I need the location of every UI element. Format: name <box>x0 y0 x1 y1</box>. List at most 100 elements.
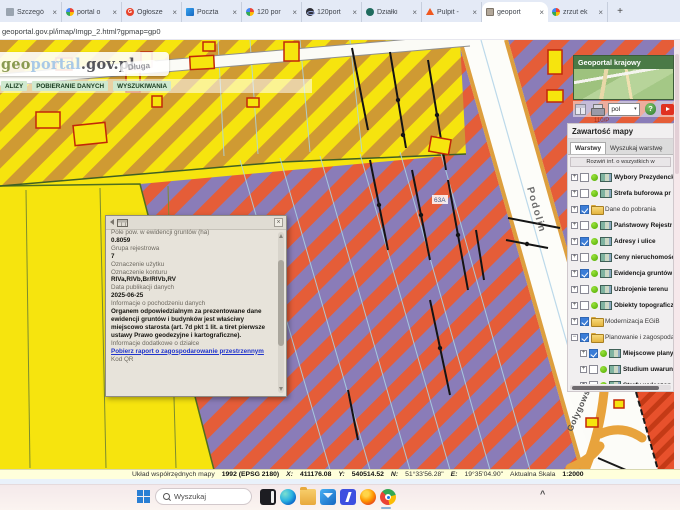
tab-close-icon[interactable]: × <box>232 8 237 17</box>
tab-close-icon[interactable]: × <box>598 8 603 17</box>
tab-close-icon[interactable]: × <box>352 8 357 17</box>
expand-icon[interactable]: + <box>571 190 578 197</box>
tray-chevron-icon[interactable]: ^ <box>540 489 545 499</box>
expand-icon[interactable]: + <box>571 270 578 277</box>
edge-browser-icon[interactable] <box>280 489 296 505</box>
layer-checkbox[interactable] <box>580 301 589 310</box>
back-arrow-icon[interactable] <box>110 219 114 225</box>
layer-checkbox[interactable] <box>589 349 598 358</box>
layer-row[interactable]: +Adresy i ulice <box>568 233 673 249</box>
browser-tab[interactable]: Działki× <box>362 2 422 22</box>
layer-row[interactable]: +Studium uwarun <box>568 361 673 377</box>
layer-row[interactable]: − Planowanie i zagospodar <box>568 329 673 345</box>
movavi-app-icon[interactable] <box>340 489 356 505</box>
layer-checkbox[interactable] <box>580 333 589 342</box>
table-icon[interactable] <box>117 219 128 227</box>
browser-scroll-thumb[interactable] <box>675 54 679 174</box>
expand-icon[interactable]: + <box>571 286 578 293</box>
tab-close-icon[interactable]: × <box>112 8 117 17</box>
menu-item-wyszukiwania[interactable]: WYSZUKIWANIA <box>113 81 171 91</box>
layer-checkbox[interactable] <box>580 253 589 262</box>
collapse-icon[interactable]: − <box>571 334 578 341</box>
expand-icon[interactable]: + <box>580 382 587 385</box>
layer-checkbox[interactable] <box>580 205 589 214</box>
help-button[interactable]: ? <box>645 103 657 115</box>
browser-url-bar[interactable]: geoportal.gov.pl/imap/Imgp_2.html?gpmap=… <box>0 22 680 40</box>
layer-row[interactable]: +Strefa buforowa pr <box>568 185 673 201</box>
layer-checkbox[interactable] <box>580 237 589 246</box>
expand-icon[interactable]: + <box>571 174 578 181</box>
layer-row[interactable]: +Dane do pobrania <box>568 201 673 217</box>
browser-tab[interactable]: Poczta× <box>182 2 242 22</box>
layer-row[interactable]: +Miejscowe plany <box>568 345 673 361</box>
layer-row[interactable]: +Państwowy Rejestr <box>568 217 673 233</box>
layer-row[interactable]: +Wybory Prezydenck <box>568 169 673 185</box>
tab-close-icon[interactable]: × <box>472 8 477 17</box>
print-icon[interactable] <box>591 104 604 115</box>
chrome-browser-icon[interactable] <box>380 489 396 505</box>
expand-icon[interactable]: + <box>571 206 578 213</box>
popup-scrollbar[interactable] <box>278 232 284 393</box>
layer-checkbox[interactable] <box>580 285 589 294</box>
layer-label: Planowanie i zagospodar <box>605 334 673 341</box>
new-tab-button[interactable]: + <box>612 4 628 20</box>
grid-tool-icon[interactable] <box>575 104 586 115</box>
browser-tab[interactable]: GOgłosze× <box>122 2 182 22</box>
download-report-link[interactable]: Pobierz raport o zagospodarowanie przest… <box>111 348 274 356</box>
browser-tab[interactable]: 120port× <box>302 2 362 22</box>
browser-tab[interactable]: 120 por× <box>242 2 302 22</box>
expand-icon[interactable]: + <box>571 238 578 245</box>
firefox-browser-icon[interactable] <box>360 489 376 505</box>
tab-close-icon[interactable]: × <box>172 8 177 17</box>
video-button[interactable] <box>661 104 674 115</box>
browser-tab[interactable]: Szczegó× <box>2 2 62 22</box>
layers-hscroll-thumb[interactable] <box>572 386 659 390</box>
expand-icon[interactable]: + <box>571 222 578 229</box>
menu-item-analizy[interactable]: ALIZY <box>1 81 27 91</box>
layer-checkbox[interactable] <box>580 189 589 198</box>
tab-wyszukaj-warstwe[interactable]: Wyszukaj warstwę <box>606 143 667 154</box>
mail-app-icon[interactable] <box>320 489 336 505</box>
layer-row[interactable]: +Strefy wyłaczon <box>568 377 673 384</box>
layer-row[interactable]: +Obiekty topograficz <box>568 297 673 313</box>
popup-scroll-thumb[interactable] <box>278 260 284 346</box>
layer-row[interactable]: +Ceny nieruchomośc <box>568 249 673 265</box>
expand-icon[interactable]: + <box>571 318 578 325</box>
taskbar-search-input[interactable]: Wyszukaj <box>155 488 252 505</box>
expand-icon[interactable]: + <box>571 254 578 261</box>
tab-warstwy[interactable]: Warstwy <box>570 142 606 154</box>
layers-hscrollbar[interactable] <box>570 385 671 390</box>
layer-checkbox[interactable] <box>580 173 589 182</box>
tab-close-icon[interactable]: × <box>292 8 297 17</box>
windows-start-button[interactable] <box>137 490 143 496</box>
overview-map-thumbnail[interactable] <box>574 69 673 99</box>
expand-icon[interactable]: + <box>580 350 587 357</box>
layer-checkbox[interactable] <box>580 317 589 326</box>
expand-icon[interactable]: + <box>580 366 587 373</box>
expand-icon[interactable]: + <box>571 302 578 309</box>
layer-row[interactable]: +Uzbrojenie terenu <box>568 281 673 297</box>
notebook-app-icon[interactable] <box>260 489 276 505</box>
layer-checkbox[interactable] <box>589 365 598 374</box>
scroll-down-icon[interactable] <box>279 387 283 391</box>
tab-close-icon[interactable]: × <box>539 8 544 17</box>
layer-checkbox[interactable] <box>589 381 598 385</box>
tab-close-icon[interactable]: × <box>52 8 57 17</box>
browser-tab[interactable]: geoport× <box>482 2 548 22</box>
tab-close-icon[interactable]: × <box>412 8 417 17</box>
browser-tab[interactable]: Pulpit -× <box>422 2 482 22</box>
menu-item-pobieranie[interactable]: POBIERANIE DANYCH <box>32 81 108 91</box>
layer-checkbox[interactable] <box>580 269 589 278</box>
layer-row[interactable]: +Modernizacja EGiB <box>568 313 673 329</box>
file-explorer-icon[interactable] <box>300 489 316 505</box>
expand-all-link[interactable]: Rozwiń inf. o wszystkich w <box>570 157 671 167</box>
scroll-up-icon[interactable] <box>279 234 283 238</box>
layer-checkbox[interactable] <box>580 221 589 230</box>
overview-map-title[interactable]: Geoportal krajowy <box>574 56 673 69</box>
language-select[interactable]: pol ▾ <box>608 103 639 116</box>
browser-tab[interactable]: zrzut ek× <box>548 2 608 22</box>
popup-close-icon[interactable]: × <box>274 218 283 227</box>
layer-row[interactable]: +Ewidencja gruntów <box>568 265 673 281</box>
browser-tab[interactable]: portal o× <box>62 2 122 22</box>
browser-scrollbar[interactable] <box>674 40 680 469</box>
